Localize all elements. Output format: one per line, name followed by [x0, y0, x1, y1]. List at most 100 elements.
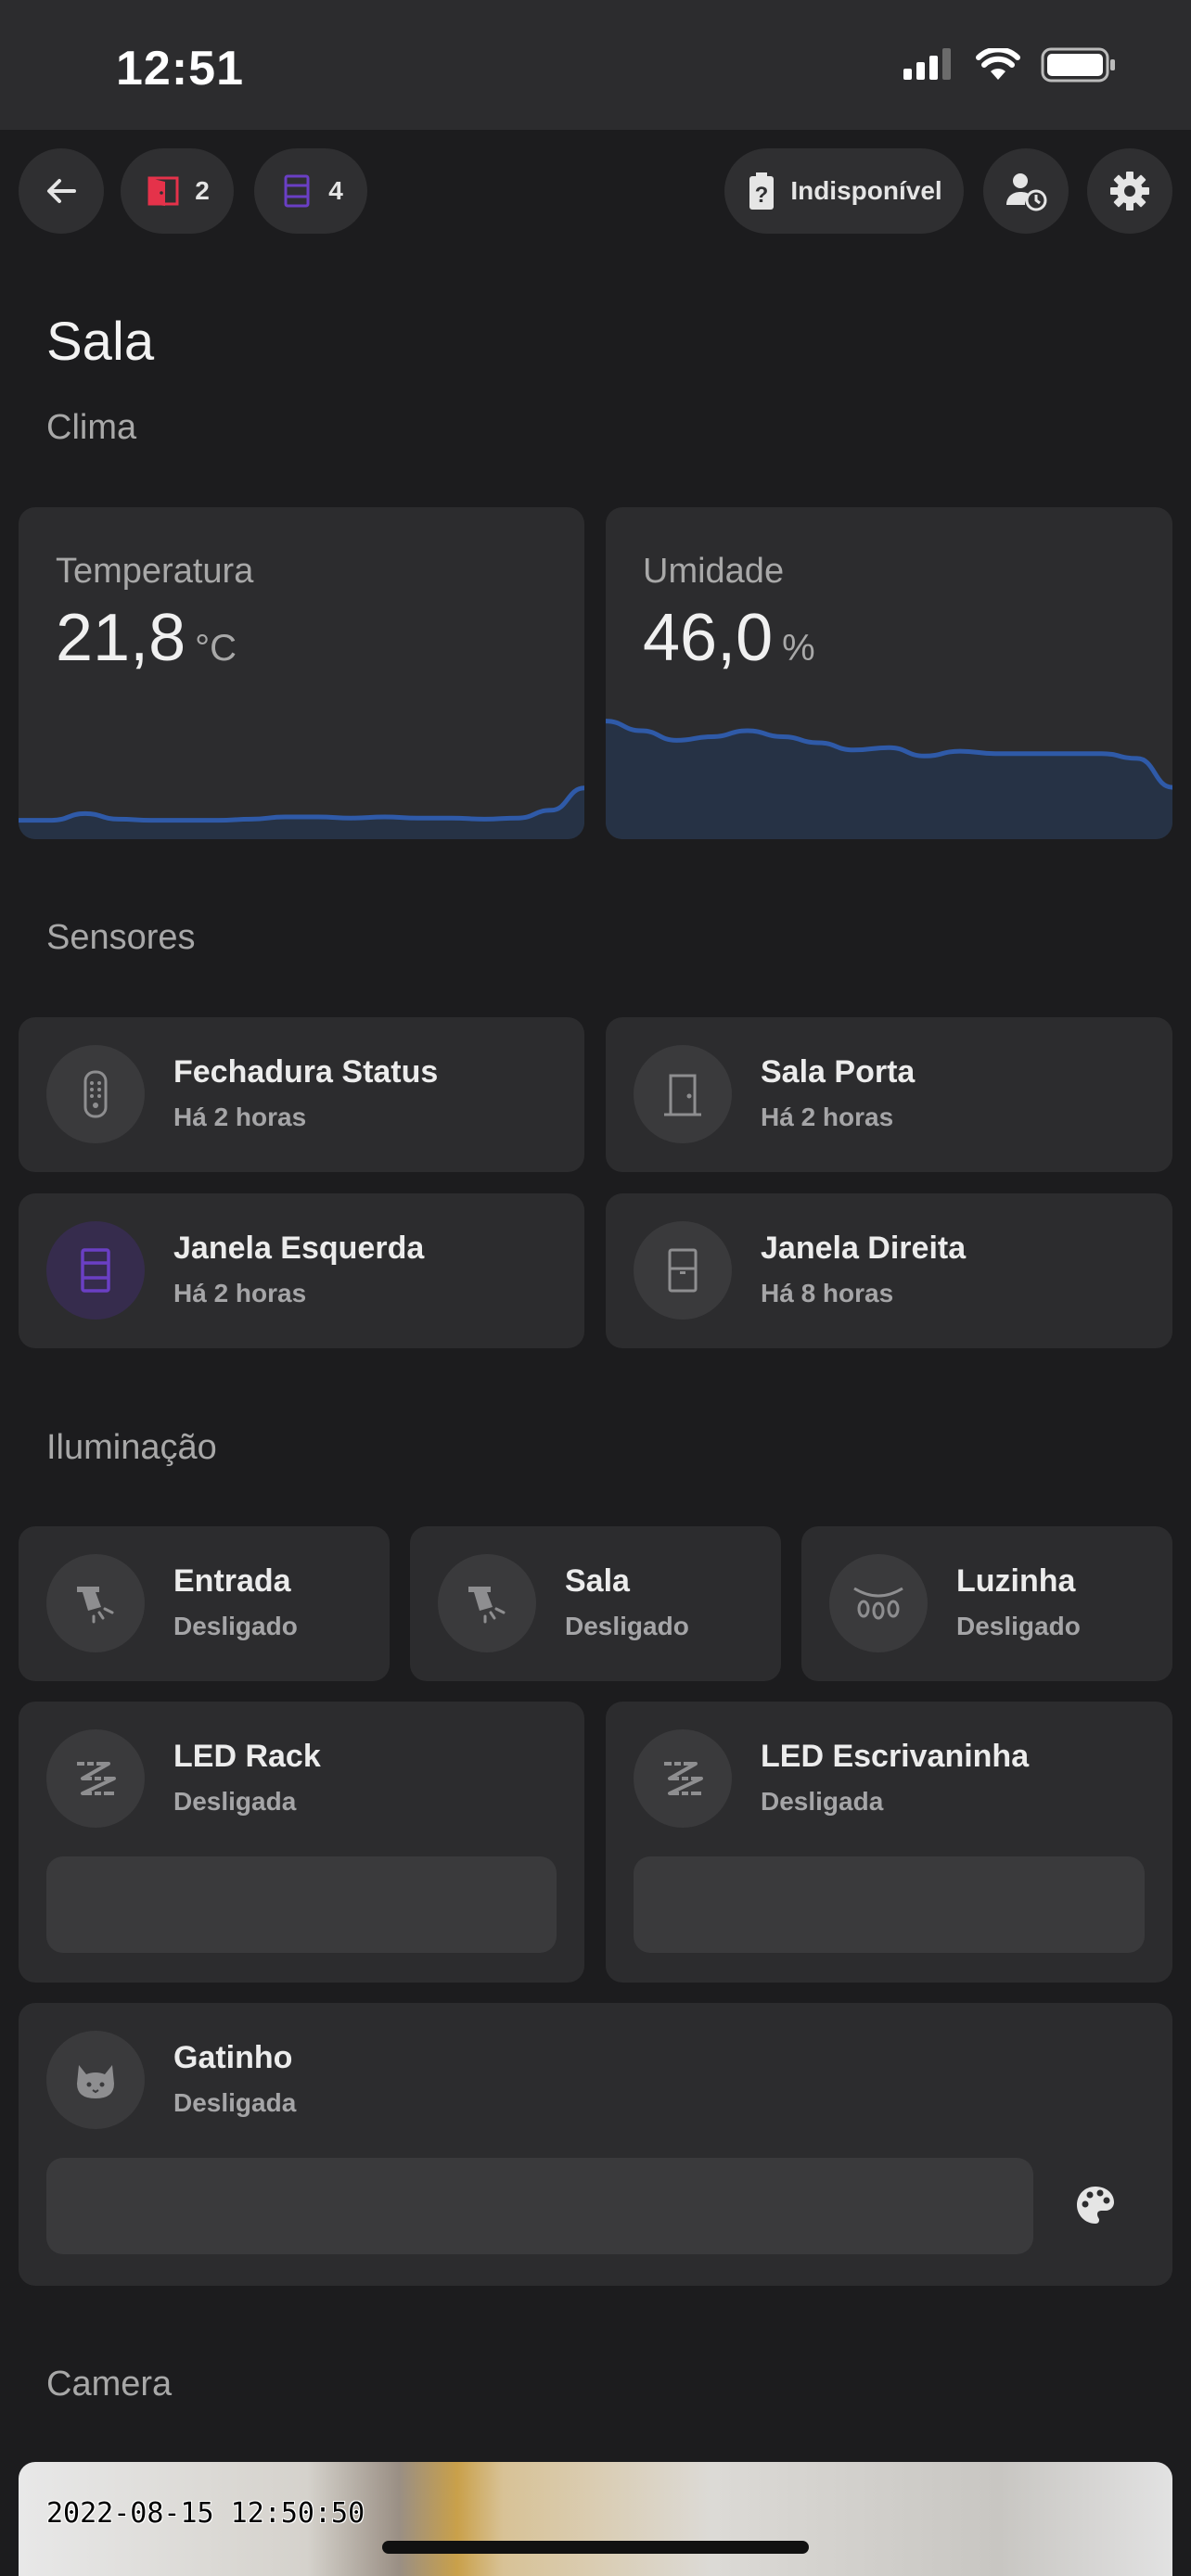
temperature-number: 21,8	[56, 601, 186, 675]
window-closed-icon	[668, 1248, 698, 1293]
humidity-number: 46,0	[643, 601, 774, 675]
spotlight-icon	[468, 1587, 506, 1624]
color-picker-button[interactable]	[1044, 2154, 1146, 2256]
home-indicator[interactable]	[382, 2541, 809, 2554]
battery-icon	[1041, 47, 1115, 83]
temperature-value: 21,8 °C	[56, 600, 237, 676]
top-toolbar: 2 4 ? Indisponível	[0, 148, 1191, 234]
sensor-icon-wrap	[634, 1045, 732, 1143]
light-name: Entrada	[173, 1563, 291, 1599]
light-tile[interactable]: Luzinha Desligado	[801, 1526, 1172, 1681]
humidity-unit: %	[782, 628, 815, 669]
section-title-lighting: Iluminação	[46, 1428, 217, 1467]
sensor-name: Janela Esquerda	[173, 1231, 425, 1266]
window-open-icon	[284, 174, 310, 208]
light-tile[interactable]: Sala Desligado	[410, 1526, 781, 1681]
temperature-unit: °C	[195, 628, 237, 669]
light-icon-wrap[interactable]	[46, 1729, 145, 1828]
temperature-sparkline-line	[19, 785, 584, 823]
status-bar: 12:51	[0, 0, 1191, 130]
sensor-tile[interactable]: Sala Porta Há 2 horas	[606, 1017, 1172, 1172]
light-name: Gatinho	[173, 2040, 293, 2075]
sensor-state: Há 2 horas	[761, 1103, 894, 1131]
light-state: Desligada	[173, 1787, 297, 1816]
wifi-icon	[976, 48, 1020, 80]
light-tile[interactable]: Entrada Desligado	[19, 1526, 390, 1681]
sensor-name: Sala Porta	[761, 1054, 916, 1090]
sensor-state: Há 2 horas	[173, 1279, 307, 1307]
open-doors-chip[interactable]: 2	[121, 148, 234, 234]
back-button[interactable]	[19, 148, 104, 234]
door-open-icon	[147, 176, 179, 206]
light-icon-wrap[interactable]	[46, 1554, 145, 1652]
settings-button[interactable]	[1087, 148, 1172, 234]
spotlight-icon	[77, 1587, 114, 1624]
humidity-card[interactable]: Umidade 46,0%	[606, 507, 1172, 839]
light-icon-wrap[interactable]	[438, 1554, 536, 1652]
sensor-tile[interactable]: Janela Esquerda Há 2 horas	[19, 1193, 584, 1348]
light-state: Desligada	[761, 1787, 884, 1816]
gear-icon	[1110, 172, 1149, 210]
light-icon-wrap[interactable]	[46, 2031, 145, 2129]
led-strip-icon	[77, 1762, 116, 1795]
palette-icon	[1077, 2187, 1114, 2224]
camera-feed[interactable]: 2022-08-15 12:50:50	[19, 2462, 1172, 2576]
section-title-climate: Clima	[46, 408, 137, 447]
string-lights-icon	[853, 1587, 903, 1620]
sensor-icon-wrap	[46, 1045, 145, 1143]
humidity-value: 46,0%	[643, 600, 815, 676]
light-name: LED Rack	[173, 1739, 321, 1774]
light-state: Desligada	[173, 2088, 297, 2117]
section-title-camera: Camera	[46, 2365, 173, 2404]
light-state: Desligado	[565, 1612, 689, 1640]
camera-timestamp: 2022-08-15 12:50:50	[46, 2497, 365, 2530]
light-icon-wrap[interactable]	[634, 1729, 732, 1828]
light-tile[interactable]: LED Escrivaninha Desligada	[606, 1702, 1172, 1983]
light-state: Desligado	[956, 1612, 1081, 1640]
light-name: Luzinha	[956, 1563, 1076, 1599]
section-title-sensors: Sensores	[46, 918, 196, 957]
sensor-icon-wrap	[46, 1221, 145, 1320]
history-button[interactable]	[983, 148, 1069, 234]
sensor-name: Fechadura Status	[173, 1054, 439, 1090]
light-tile[interactable]: LED Rack Desligada	[19, 1702, 584, 1983]
light-state: Desligado	[173, 1612, 298, 1640]
arrow-left-icon	[47, 179, 76, 203]
temperature-sparkline-area	[19, 787, 584, 839]
battery-status-label: Indisponível	[790, 176, 942, 205]
sensor-state: Há 2 horas	[173, 1103, 307, 1131]
cellular-signal-icon	[903, 48, 951, 80]
open-doors-count: 2	[195, 176, 210, 205]
led-strip-icon	[664, 1762, 703, 1795]
cat-icon	[77, 2065, 114, 2098]
sensor-icon-wrap	[634, 1221, 732, 1320]
page-title: Sala	[46, 312, 155, 372]
light-name: LED Escrivaninha	[761, 1739, 1030, 1774]
light-tile[interactable]: Gatinho Desligada	[19, 2003, 1172, 2286]
sensor-tile[interactable]: Fechadura Status Há 2 horas	[19, 1017, 584, 1172]
temperature-card[interactable]: Temperatura 21,8 °C	[19, 507, 584, 839]
light-name: Sala	[565, 1563, 630, 1599]
open-windows-chip[interactable]: 4	[254, 148, 367, 234]
open-windows-count: 4	[328, 176, 343, 205]
remote-icon	[83, 1070, 108, 1118]
door-icon	[664, 1074, 701, 1116]
light-icon-wrap[interactable]	[829, 1554, 928, 1652]
sensor-tile[interactable]: Janela Direita Há 8 horas	[606, 1193, 1172, 1348]
brightness-slider[interactable]	[46, 1856, 557, 1953]
humidity-label: Umidade	[643, 552, 785, 591]
temperature-label: Temperatura	[56, 552, 254, 591]
svg-text:?: ?	[755, 183, 769, 208]
sensor-name: Janela Direita	[761, 1231, 967, 1266]
temperature-sparkline	[19, 785, 584, 839]
status-time: 12:51	[116, 42, 244, 96]
brightness-slider[interactable]	[46, 2158, 1033, 2254]
status-icons	[903, 46, 1117, 83]
battery-unknown-icon: ?	[749, 172, 775, 210]
battery-status-chip[interactable]: ? Indisponível	[724, 148, 964, 234]
window-open-icon	[81, 1248, 110, 1293]
sensor-state: Há 8 horas	[761, 1279, 894, 1307]
account-clock-icon	[1006, 173, 1047, 211]
brightness-slider[interactable]	[634, 1856, 1145, 1953]
humidity-sparkline	[606, 719, 1172, 839]
